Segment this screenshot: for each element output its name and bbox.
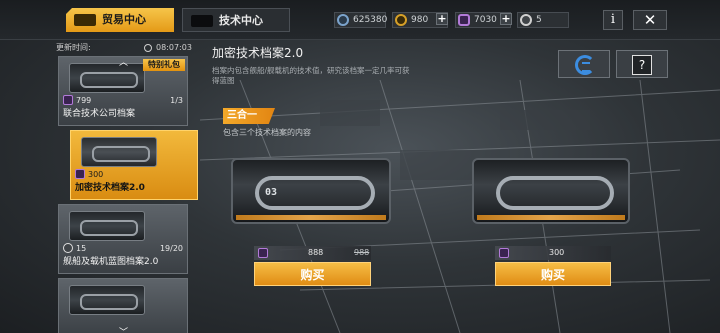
info-button[interactable]: i — [603, 10, 623, 30]
crate-thumbnail — [69, 285, 145, 315]
list-item-selected[interactable]: 300 加密技术档案2.0 — [70, 130, 198, 200]
close-button[interactable]: ✕ — [633, 10, 667, 30]
chevron-up-icon[interactable]: ︿ — [119, 56, 128, 68]
item-price: 15 — [63, 243, 86, 254]
buy-single-button[interactable]: 购买 — [495, 262, 611, 286]
crate-number: 03 — [265, 187, 278, 198]
chevron-down-icon[interactable]: ﹀ — [119, 325, 128, 333]
special-pack-badge: 特别礼包 — [143, 59, 185, 71]
item-name: 加密技术档案2.0 — [75, 183, 145, 193]
purple-token-icon — [458, 14, 470, 26]
crate-bundle-image: 03 — [231, 158, 391, 224]
currency-silver-value: 5 — [536, 15, 542, 25]
tab-tech-center-label: 技术中心 — [219, 14, 263, 27]
currency-purple-value: 7030 — [474, 15, 497, 25]
item-price-value: 15 — [76, 244, 87, 253]
item-description: 档案内包含舰船/舰载机的技术值，研究该档案一定几率可获得蓝图 — [212, 66, 410, 85]
crate-thumbnail — [69, 63, 145, 93]
currency-credits: 625380 — [334, 12, 388, 28]
update-time-value: 08:07:03 — [156, 43, 192, 52]
credit-icon — [337, 14, 349, 26]
tab-trade-center[interactable]: 贸易中心 — [66, 8, 174, 32]
help-icon: ? — [632, 55, 652, 75]
bundle-original-price: 988 — [354, 248, 370, 257]
clock-icon — [144, 44, 152, 52]
gold-coin-icon — [395, 14, 407, 26]
update-time-label: 更新时间: — [56, 43, 91, 52]
buy-bundle-button[interactable]: 购买 — [254, 262, 371, 286]
currency-credits-value: 625380 — [353, 15, 388, 25]
list-item[interactable]: ﹀ — [58, 278, 188, 333]
item-stock-count: 1/3 — [170, 96, 183, 105]
currency-silver: 5 — [517, 12, 569, 28]
tech-logo-button[interactable] — [558, 50, 610, 78]
crate-thumbnail — [81, 137, 157, 167]
item-price: 799 — [63, 95, 91, 106]
silver-token-icon — [520, 14, 532, 26]
trade-center-icon — [74, 14, 96, 26]
add-purple-button[interactable]: + — [500, 13, 512, 25]
list-item[interactable]: 15 19/20 舰船及载机蓝图档案2.0 — [58, 204, 188, 274]
page-title: 加密技术档案2.0 — [212, 46, 304, 60]
list-item[interactable]: ︿ 特别礼包 799 1/3 联合技术公司档案 — [58, 56, 188, 126]
bundle-price: 888 — [308, 248, 324, 257]
item-price: 300 — [75, 169, 103, 180]
tab-trade-center-label: 贸易中心 — [102, 13, 146, 26]
crate-thumbnail — [69, 211, 145, 241]
purple-token-icon — [63, 95, 73, 105]
item-name: 联合技术公司档案 — [63, 109, 136, 119]
item-stock-count: 19/20 — [159, 244, 183, 253]
tech-logo-icon — [575, 55, 595, 75]
item-price-value: 799 — [76, 96, 92, 105]
bundle-price-bar: 888 988 — [254, 246, 371, 260]
item-name: 舰船及载机蓝图档案2.0 — [63, 257, 159, 267]
purple-token-icon — [258, 248, 268, 258]
crate-single-image — [472, 158, 630, 224]
update-time-row: 更新时间: 08:07:03 — [56, 42, 192, 54]
currency-gold-value: 980 — [411, 15, 429, 25]
tech-center-icon — [191, 15, 213, 27]
top-bar: 贸易中心 技术中心 625380 980 + 7030 + 5 i ✕ — [0, 0, 720, 40]
single-price-bar: 300 — [495, 246, 611, 260]
bundle-description: 包含三个技术档案的内容 — [223, 128, 311, 137]
single-price: 300 — [549, 248, 565, 257]
purple-token-icon — [499, 248, 509, 258]
silver-token-icon — [63, 243, 73, 253]
add-gold-button[interactable]: + — [436, 13, 448, 25]
bundle-badge: 三合一 — [223, 108, 275, 124]
item-list[interactable]: ︿ 特别礼包 799 1/3 联合技术公司档案 300 加密技术档案2.0 15… — [54, 56, 198, 333]
help-button[interactable]: ? — [616, 50, 668, 78]
tab-tech-center[interactable]: 技术中心 — [182, 8, 290, 32]
item-price-value: 300 — [88, 170, 104, 179]
purple-token-icon — [75, 169, 85, 179]
